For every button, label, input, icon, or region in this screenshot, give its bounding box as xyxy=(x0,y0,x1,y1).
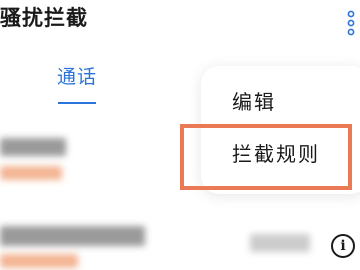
page-title: 骚扰拦截 xyxy=(0,6,88,30)
blurred-detail xyxy=(0,254,78,268)
blurred-detail xyxy=(0,166,62,180)
blurred-name xyxy=(0,138,66,156)
blurred-time xyxy=(250,234,310,252)
info-icon[interactable]: i xyxy=(331,234,355,258)
blurred-name xyxy=(0,226,145,246)
menu-item-edit[interactable]: 编辑 xyxy=(232,86,276,115)
more-vertical-icon[interactable] xyxy=(343,10,359,36)
tab-indicator xyxy=(58,102,96,104)
highlight-annotation-box xyxy=(180,124,352,190)
tab-calls[interactable]: 通话 xyxy=(52,62,102,89)
